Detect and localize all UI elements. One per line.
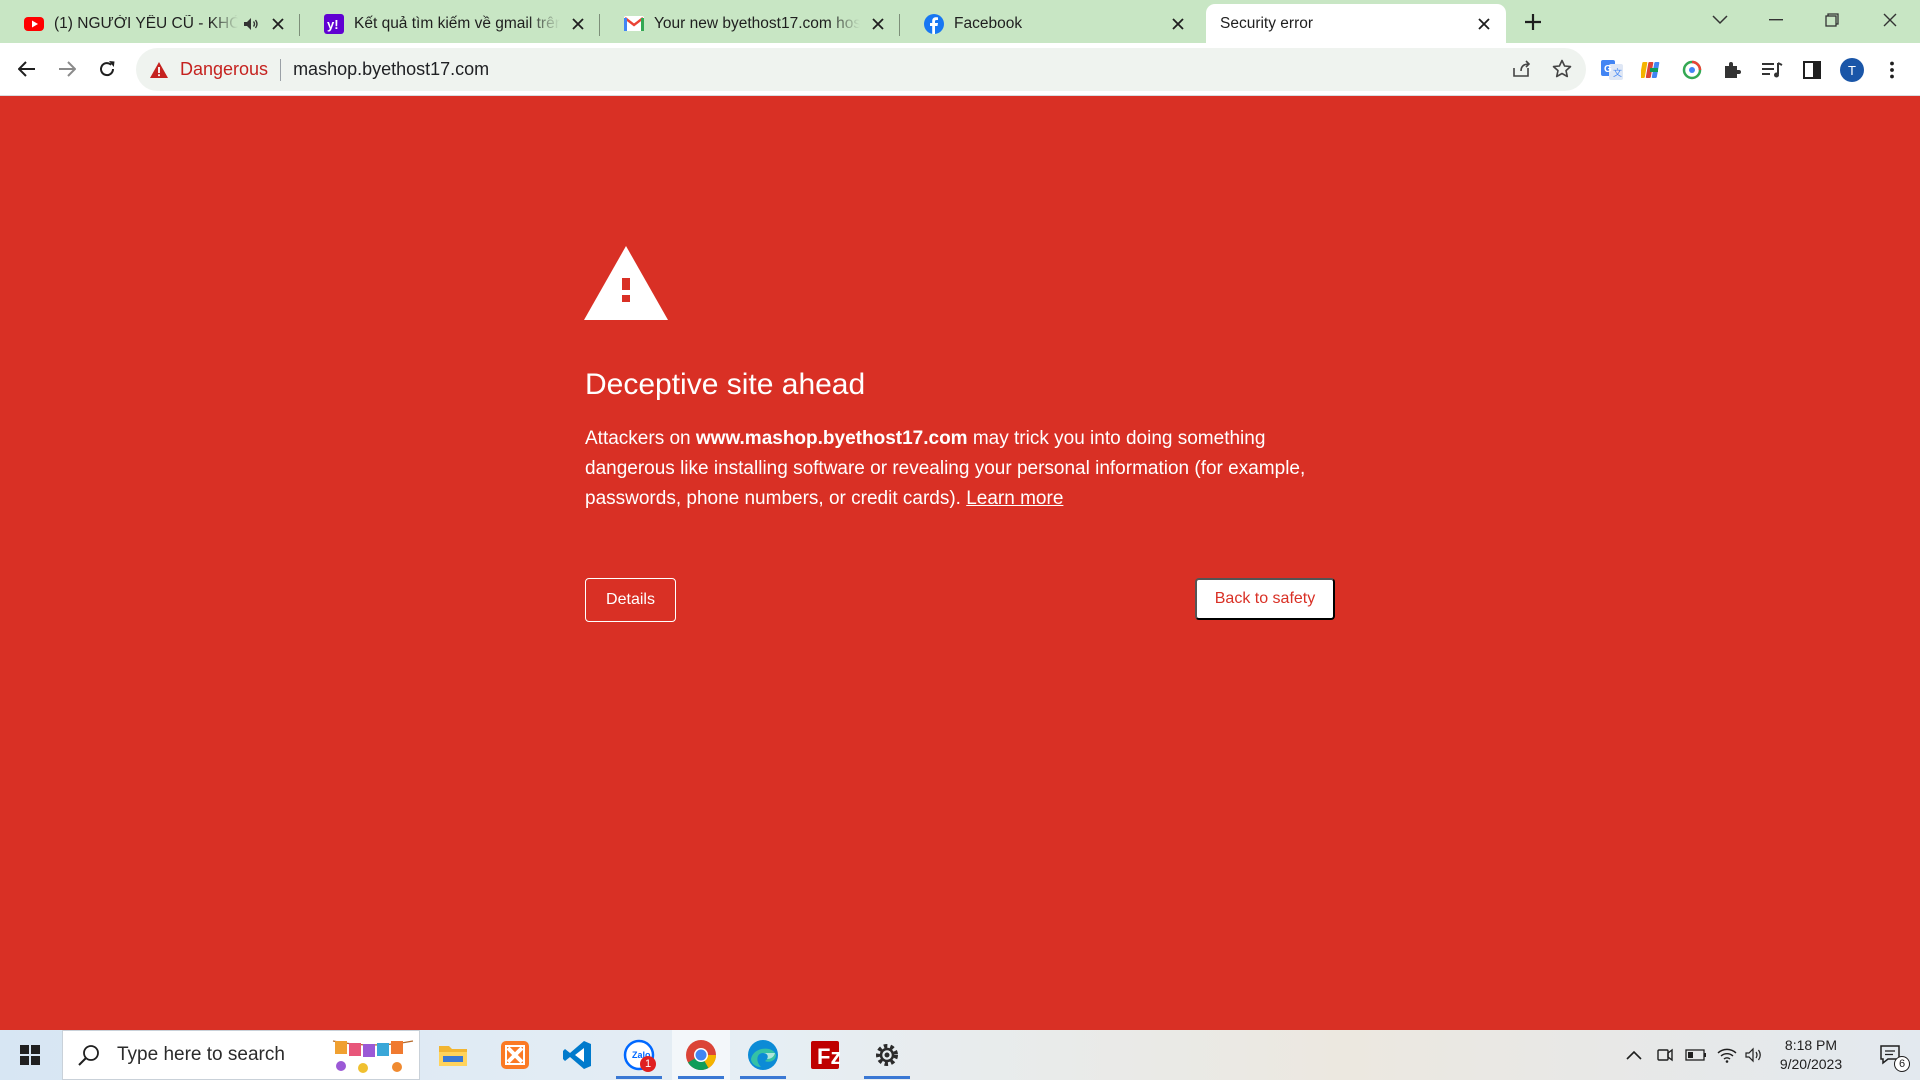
description-prefix: Attackers on <box>585 428 696 449</box>
chrome-icon[interactable] <box>672 1030 730 1080</box>
yahoo-icon: y! <box>324 13 344 34</box>
battery-icon[interactable] <box>1682 1030 1710 1080</box>
site-name: www.mashop.byethost17.com <box>695 428 968 449</box>
warning-triangle-icon <box>584 246 668 320</box>
share-icon[interactable] <box>1506 53 1538 85</box>
wifi-icon[interactable] <box>1714 1030 1740 1080</box>
close-tab-icon[interactable] <box>568 14 588 34</box>
tab-title: Kết quả tìm kiếm về gmail trên Yahoo <box>354 14 560 32</box>
safe-browsing-interstitial: Deceptive site ahead Attackers on www.ma… <box>0 96 1920 1030</box>
profile-avatar[interactable]: T <box>1836 54 1868 86</box>
tab-security-error[interactable]: Security error <box>1206 4 1506 43</box>
google-translate-icon[interactable]: G文 <box>1596 54 1628 86</box>
tab-strip: (1) NGƯỜI YÊU CŨ - KHỞI MY y! Kết quả tì… <box>0 0 1920 43</box>
clock-time: 8:18 PM <box>1784 1037 1838 1053</box>
tab-facebook[interactable]: Facebook <box>900 4 1200 43</box>
running-indicator <box>616 1076 662 1079</box>
address-bar[interactable]: Dangerous mashop.byethost17.com <box>136 48 1586 91</box>
svg-text:y!: y! <box>327 17 339 32</box>
learn-more-link[interactable]: Learn more <box>966 488 1063 509</box>
search-icon <box>77 1043 101 1067</box>
svg-text:文: 文 <box>1613 67 1622 78</box>
close-tab-icon[interactable] <box>868 14 888 34</box>
zalo-icon[interactable]: Zalo 1 <box>610 1030 668 1080</box>
running-indicator <box>678 1076 724 1079</box>
forward-button[interactable] <box>50 52 84 86</box>
bookmark-star-icon[interactable] <box>1546 53 1578 85</box>
tab-title: Your new byethost17.com hosting <box>654 14 860 32</box>
tab-gmail[interactable]: Your new byethost17.com hosting <box>600 4 900 43</box>
notification-center-icon[interactable]: 6 <box>1866 1030 1916 1080</box>
url-text[interactable]: mashop.byethost17.com <box>293 59 489 80</box>
speaker-icon[interactable] <box>242 15 260 33</box>
colorful-extension-icon[interactable] <box>1636 54 1668 86</box>
avatar: T <box>1840 58 1864 82</box>
side-panel-icon[interactable] <box>1796 54 1828 86</box>
running-indicator <box>864 1076 910 1079</box>
tab-youtube[interactable]: (1) NGƯỜI YÊU CŨ - KHỞI MY <box>0 4 300 43</box>
tab-title: Facebook <box>954 14 1023 32</box>
reload-button[interactable] <box>90 52 124 86</box>
close-tab-icon[interactable] <box>1168 14 1188 34</box>
taskbar-search-box[interactable]: Type here to search <box>62 1030 420 1080</box>
file-explorer-icon[interactable] <box>424 1030 482 1080</box>
windows-taskbar: Type here to search Zalo 1 Fz 8:18 PM 9/… <box>0 1030 1920 1080</box>
minimize-icon[interactable] <box>1748 0 1804 40</box>
gmail-icon <box>624 14 644 34</box>
meet-now-icon[interactable] <box>1652 1030 1678 1080</box>
notification-badge: 1 <box>640 1056 656 1072</box>
extensions-puzzle-icon[interactable] <box>1716 54 1748 86</box>
tab-title: Security error <box>1220 14 1314 32</box>
menu-kebab-icon[interactable] <box>1876 54 1908 86</box>
tab-title: (1) NGƯỜI YÊU CŨ - KHỞI MY <box>54 14 238 32</box>
vscode-icon[interactable] <box>548 1030 606 1080</box>
facebook-icon <box>924 13 944 34</box>
details-button[interactable]: Details <box>585 578 676 622</box>
warning-description: Attackers on www.mashop.byethost17.com m… <box>585 424 1345 514</box>
close-window-icon[interactable] <box>1862 0 1918 40</box>
page-title: Deceptive site ahead <box>585 368 866 401</box>
clock-date: 9/20/2023 <box>1779 1056 1843 1072</box>
close-tab-icon[interactable] <box>268 14 288 34</box>
taskbar-clock[interactable]: 8:18 PM 9/20/2023 <box>1763 1036 1859 1074</box>
restore-icon[interactable] <box>1804 0 1860 40</box>
lens-extension-icon[interactable] <box>1676 54 1708 86</box>
svg-text:G: G <box>1604 64 1612 75</box>
back-to-safety-button[interactable]: Back to safety <box>1195 578 1335 620</box>
search-highlight-doodle-icon[interactable] <box>327 1035 417 1077</box>
tab-search-chevron-icon[interactable] <box>1692 0 1748 40</box>
windows-start-icon[interactable] <box>0 1030 60 1080</box>
settings-gear-icon[interactable] <box>858 1030 916 1080</box>
search-placeholder: Type here to search <box>117 1044 285 1065</box>
browser-toolbar: Dangerous mashop.byethost17.com G文 T <box>0 43 1920 96</box>
xampp-icon[interactable] <box>486 1030 544 1080</box>
new-tab-button[interactable] <box>1518 7 1548 37</box>
close-tab-icon[interactable] <box>1474 14 1494 34</box>
media-control-icon[interactable] <box>1756 54 1788 86</box>
warning-triangle-icon[interactable] <box>150 61 170 79</box>
divider <box>280 58 282 81</box>
tab-yahoo[interactable]: y! Kết quả tìm kiếm về gmail trên Yahoo <box>300 4 600 43</box>
svg-text:Fz: Fz <box>817 1044 840 1069</box>
notification-count: 6 <box>1894 1056 1910 1072</box>
show-hidden-icons-chevron-icon[interactable] <box>1620 1030 1648 1080</box>
edge-icon[interactable] <box>734 1030 792 1080</box>
running-indicator <box>740 1076 786 1079</box>
youtube-icon <box>24 14 44 34</box>
security-status-label[interactable]: Dangerous <box>180 59 268 80</box>
back-button[interactable] <box>10 52 44 86</box>
filezilla-icon[interactable]: Fz <box>796 1030 854 1080</box>
